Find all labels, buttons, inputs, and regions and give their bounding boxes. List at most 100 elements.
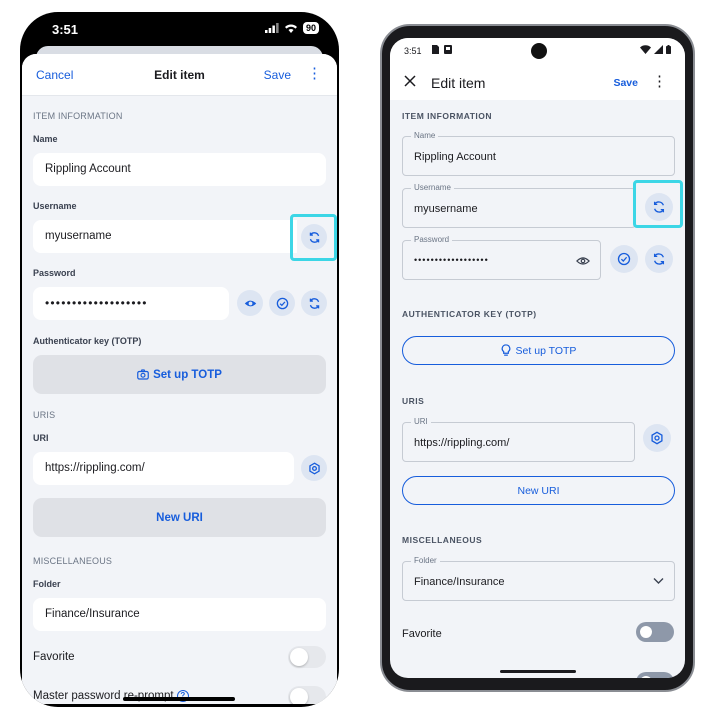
uri-label: URI (33, 433, 49, 443)
uri-settings-button[interactable] (643, 424, 671, 452)
save-button[interactable]: Save (264, 68, 291, 82)
notification-icon (444, 45, 452, 54)
favorite-toggle[interactable] (288, 646, 326, 668)
totp-label: Authenticator key (TOTP) (33, 336, 142, 346)
toggle-password-visibility-button[interactable] (237, 290, 263, 316)
comparison-stage: 3:51 90 Cancel Edit item Save ⋮ ITEM INF… (0, 0, 715, 715)
gear-icon (651, 431, 663, 445)
section-totp: AUTHENTICATOR KEY (TOTP) (402, 309, 537, 319)
iphone-device: 3:51 90 Cancel Edit item Save ⋮ ITEM INF… (20, 12, 339, 707)
gesture-bar (500, 670, 576, 673)
section-uris: URIS (402, 396, 425, 406)
username-value: myusername (45, 230, 112, 242)
new-uri-button[interactable]: New URI (33, 498, 326, 537)
uri-field[interactable]: https://rippling.com/ (33, 452, 294, 485)
name-field[interactable]: Name Rippling Account (402, 131, 675, 176)
lightbulb-icon (501, 344, 510, 356)
new-uri-label: New URI (517, 484, 560, 497)
setup-totp-label: Set up TOTP (153, 368, 222, 381)
regenerate-icon (653, 253, 665, 265)
check-circle-icon (617, 252, 631, 266)
signal-icon (264, 23, 279, 33)
generate-password-button[interactable] (645, 245, 673, 273)
folder-value: Finance/Insurance (414, 576, 505, 588)
next-toggle-partial[interactable] (636, 672, 674, 678)
section-item-information: ITEM INFORMATION (33, 111, 123, 121)
password-field[interactable]: Password •••••••••••••••••• (402, 235, 601, 280)
ios-nav-bar: Cancel Edit item Save ⋮ (22, 54, 337, 96)
name-label: Name (411, 131, 439, 140)
close-icon[interactable] (402, 73, 418, 89)
section-item-information: ITEM INFORMATION (402, 111, 492, 121)
folder-label: Folder (33, 579, 61, 589)
favorite-label: Favorite (402, 628, 442, 640)
uri-label: URI (411, 417, 431, 426)
reprompt-toggle[interactable] (288, 686, 326, 704)
password-label: Password (33, 268, 76, 278)
android-status-icons (640, 45, 671, 54)
username-field[interactable]: myusername (33, 220, 297, 253)
gear-icon (308, 461, 320, 475)
highlight-box-android (633, 180, 683, 228)
setup-totp-button[interactable]: Set up TOTP (33, 355, 326, 394)
check-password-button[interactable] (269, 290, 295, 316)
folder-value: Finance/Insurance (45, 608, 140, 620)
check-password-button[interactable] (610, 245, 638, 273)
ios-status-time: 3:51 (52, 22, 79, 37)
front-camera (531, 43, 547, 59)
section-uris: URIS (33, 410, 56, 420)
name-value: Rippling Account (45, 163, 131, 175)
eye-icon[interactable] (576, 255, 590, 267)
password-label: Password (411, 235, 453, 244)
more-options-icon[interactable]: ⋮ (652, 74, 667, 89)
password-value: •••••••••••••••••• (414, 255, 489, 265)
notification-icons (432, 45, 452, 54)
password-value: ••••••••••••••••••• (45, 296, 148, 310)
wifi-icon (284, 24, 297, 33)
battery-icon (666, 45, 671, 54)
regenerate-icon (309, 297, 319, 309)
camera-icon (137, 369, 149, 380)
setup-totp-button[interactable]: Set up TOTP (402, 336, 675, 365)
android-status-time: 3:51 (404, 46, 422, 56)
section-miscellaneous: MISCELLANEOUS (33, 556, 113, 566)
android-status-bar: 3:51 (390, 38, 685, 64)
sim-icon (432, 45, 439, 54)
eye-icon (244, 300, 256, 306)
chevron-down-icon (653, 578, 664, 584)
android-app-bar: Edit item Save ⋮ (390, 64, 685, 100)
folder-label: Folder (411, 556, 440, 565)
password-field[interactable]: ••••••••••••••••••• (33, 287, 229, 320)
uri-value: https://rippling.com/ (45, 462, 145, 474)
folder-select[interactable]: Folder Finance/Insurance (402, 556, 675, 601)
ios-screen: Cancel Edit item Save ⋮ ITEM INFORMATION… (22, 54, 337, 704)
name-field[interactable]: Rippling Account (33, 153, 326, 186)
uri-value: https://rippling.com/ (414, 437, 510, 449)
username-value: myusername (414, 203, 478, 215)
battery-icon: 90 (302, 22, 319, 34)
folder-select[interactable]: Finance/Insurance (33, 598, 326, 631)
username-field[interactable]: Username myusername (402, 183, 636, 228)
highlight-box-ios (290, 214, 337, 261)
check-circle-icon (276, 297, 288, 309)
username-label: Username (33, 201, 77, 211)
name-value: Rippling Account (414, 151, 496, 163)
android-screen: 3:51 Edit item Save ⋮ ITEM INFORMATION N… (390, 38, 685, 678)
android-device: 3:51 Edit item Save ⋮ ITEM INFORMATION N… (380, 24, 695, 692)
ios-status-icons: 90 (264, 22, 319, 34)
generate-password-button[interactable] (301, 290, 327, 316)
username-label: Username (411, 183, 454, 192)
uri-settings-button[interactable] (301, 455, 327, 481)
signal-icon (654, 45, 663, 54)
setup-totp-label: Set up TOTP (515, 344, 577, 357)
new-uri-label: New URI (156, 511, 203, 524)
favorite-toggle[interactable] (636, 622, 674, 642)
page-title: Edit item (431, 75, 486, 91)
new-uri-button[interactable]: New URI (402, 476, 675, 505)
uri-field[interactable]: URI https://rippling.com/ (402, 417, 635, 462)
save-button[interactable]: Save (613, 77, 638, 89)
wifi-icon (640, 45, 651, 54)
name-label: Name (33, 134, 58, 144)
favorite-label: Favorite (33, 651, 75, 663)
more-options-icon[interactable]: ⋮ (307, 66, 322, 81)
